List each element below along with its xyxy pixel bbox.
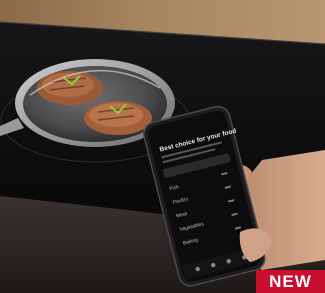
cooktop-scene-illustration: Best choice for your food Fish Poultry M…: [0, 0, 325, 293]
new-badge: NEW: [256, 270, 325, 293]
product-photo: Best choice for your food Fish Poultry M…: [0, 0, 325, 293]
